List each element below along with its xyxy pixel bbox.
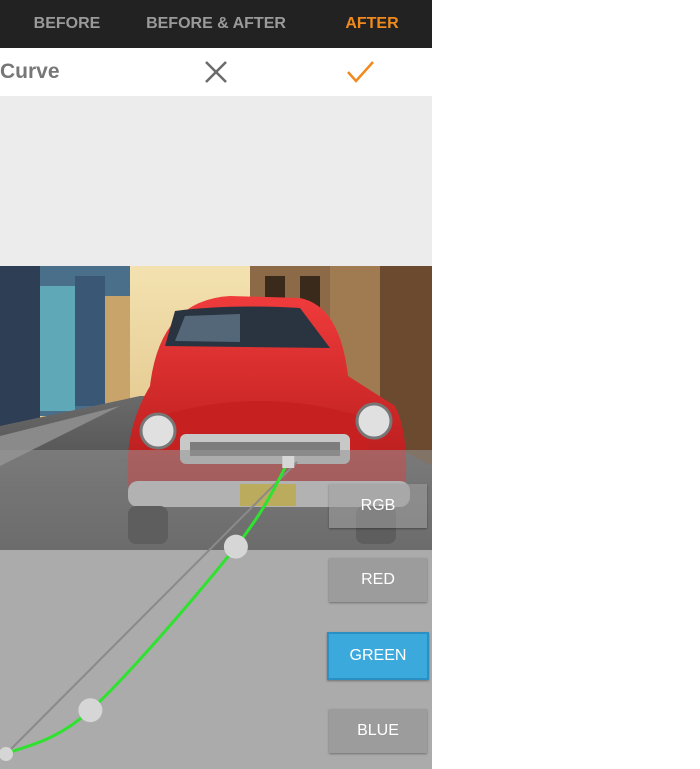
check-icon [347,61,374,83]
channel-red-button[interactable]: RED [329,558,427,602]
channel-green-button[interactable]: GREEN [327,632,429,680]
reference-diagonal [5,461,298,755]
curve-panel: RGB RED GREEN BLUE [0,450,432,769]
tab-after[interactable]: AFTER [337,0,407,48]
app-screen: BEFORE BEFORE & AFTER AFTER Curve RGB RE… [0,0,432,769]
confirm-button[interactable] [342,54,378,90]
close-icon [205,61,227,83]
curve-control-point[interactable] [282,456,295,468]
page-title: Curve [0,60,60,83]
action-bar: Curve [0,48,432,96]
cancel-button[interactable] [198,54,234,90]
channel-blue-button[interactable]: BLUE [329,709,427,753]
channel-rgb-button[interactable]: RGB [329,484,427,528]
view-mode-bar: BEFORE BEFORE & AFTER AFTER [0,0,432,48]
curve-control-point[interactable] [223,534,248,559]
tab-before-after[interactable]: BEFORE & AFTER [143,0,289,48]
tab-before[interactable]: BEFORE [22,0,112,48]
curve-control-point[interactable] [78,698,103,723]
